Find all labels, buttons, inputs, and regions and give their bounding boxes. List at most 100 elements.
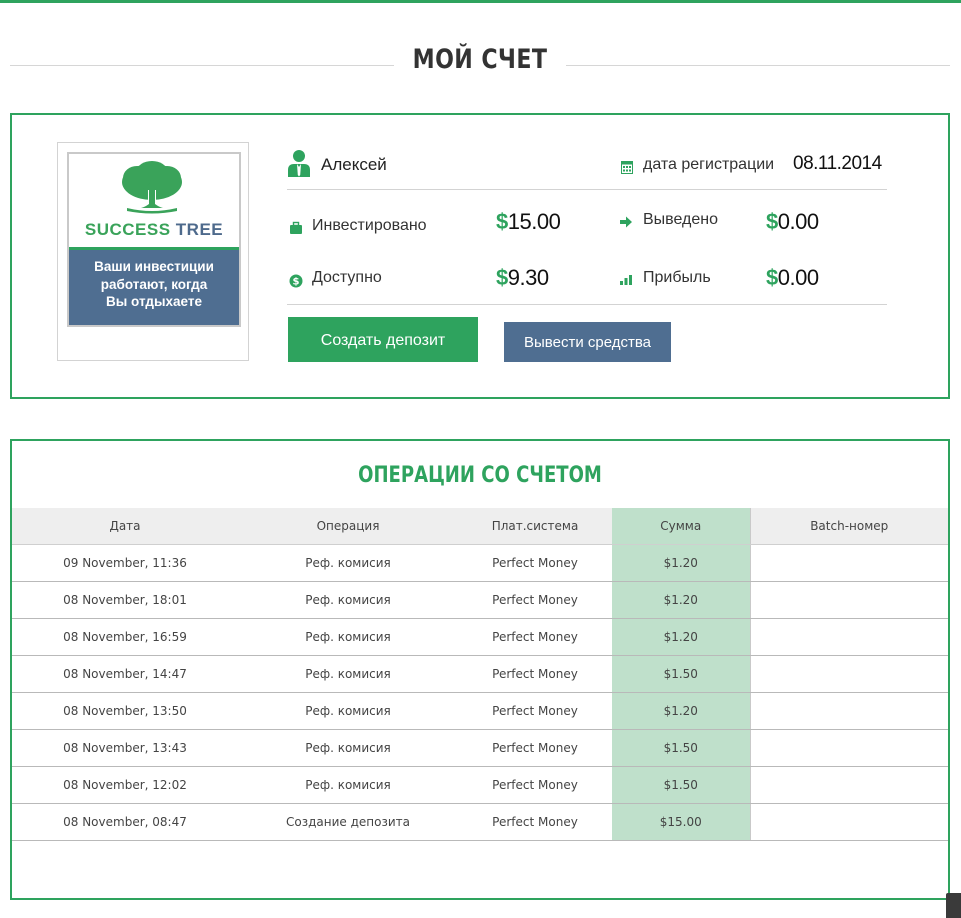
slogan-line-1: Ваши инвестиции	[94, 259, 214, 274]
currency-sign: $	[496, 209, 508, 234]
cell-date: 08 November, 13:43	[12, 729, 238, 767]
cell-batch	[749, 655, 948, 693]
logo-wordmark: SUCCESS TREE	[69, 220, 239, 240]
currency-sign: $	[766, 209, 778, 234]
cell-payment-system: Perfect Money	[458, 729, 612, 767]
logo-slogan: Ваши инвестиции работают, когда Вы отдых…	[69, 250, 239, 325]
logo-word-tree: TREE	[175, 220, 224, 239]
cell-batch	[749, 581, 948, 619]
cell-batch	[749, 729, 948, 767]
column-header-operation: Операция	[238, 508, 458, 545]
cell-payment-system: Perfect Money	[458, 766, 612, 804]
scroll-to-top-handle[interactable]	[946, 893, 961, 918]
table-row: 08 November, 13:50 Реф. комисия Perfect …	[12, 692, 948, 730]
title-divider-right	[566, 65, 950, 66]
briefcase-icon	[290, 221, 302, 234]
cell-batch	[749, 544, 948, 582]
user-name: Алексей	[321, 155, 387, 174]
available-label: Доступно	[312, 269, 382, 286]
cell-date: 08 November, 13:50	[12, 692, 238, 730]
slogan-line-3: Вы отдыхаете	[106, 294, 202, 309]
column-header-payment-system: Плат.система	[458, 508, 612, 545]
cell-amount: $1.20	[612, 618, 750, 656]
cell-date: 08 November, 12:02	[12, 766, 238, 804]
cell-operation: Реф. комисия	[238, 692, 458, 730]
logo-word-success: SUCCESS	[84, 220, 171, 239]
column-header-date: Дата	[12, 508, 238, 545]
top-accent-line	[0, 0, 961, 3]
cell-amount: $1.20	[612, 692, 750, 730]
cell-operation: Реф. комисия	[238, 766, 458, 804]
cell-operation: Реф. комисия	[238, 581, 458, 619]
cell-amount: $1.20	[612, 544, 750, 582]
dollar-coin-icon: $	[289, 274, 303, 288]
cell-batch	[749, 618, 948, 656]
account-card: SUCCESS TREE Ваши инвестиции работают, к…	[10, 113, 950, 399]
bar-chart-icon	[620, 275, 632, 285]
table-row: 08 November, 16:59 Реф. комисия Perfect …	[12, 618, 948, 656]
withdrawn-label: Выведено	[643, 211, 719, 228]
logo-banner: SUCCESS TREE Ваши инвестиции работают, к…	[67, 152, 241, 327]
cell-payment-system: Perfect Money	[458, 618, 612, 656]
column-header-amount: Сумма	[612, 508, 750, 545]
table-row: 08 November, 14:47 Реф. комисия Perfect …	[12, 655, 948, 693]
amount: 0.00	[777, 265, 819, 290]
cell-operation: Создание депозита	[238, 803, 458, 841]
svg-text:$: $	[293, 277, 300, 288]
cell-payment-system: Perfect Money	[458, 692, 612, 730]
currency-sign: $	[766, 265, 778, 290]
cell-amount: $15.00	[612, 803, 750, 841]
table-header-row: Дата Операция Плат.система Сумма Batch-н…	[12, 508, 948, 545]
tree-logo-icon	[122, 161, 182, 214]
withdrawn-value: $0.00	[766, 209, 819, 235]
cell-date: 08 November, 18:01	[12, 581, 238, 619]
divider	[287, 304, 887, 305]
cell-amount: $1.20	[612, 581, 750, 619]
cell-operation: Реф. комисия	[238, 618, 458, 656]
create-deposit-button[interactable]: Создать депозит	[288, 317, 478, 362]
user-icon	[288, 150, 310, 177]
cell-payment-system: Perfect Money	[458, 803, 612, 841]
logo-frame: SUCCESS TREE Ваши инвестиции работают, к…	[57, 142, 249, 361]
cell-payment-system: Perfect Money	[458, 655, 612, 693]
operations-table: Дата Операция Плат.система Сумма Batch-н…	[12, 508, 948, 841]
invested-label: Инвестировано	[312, 217, 427, 234]
cell-payment-system: Perfect Money	[458, 544, 612, 582]
cell-date: 08 November, 16:59	[12, 618, 238, 656]
column-header-batch: Batch-номер	[749, 508, 948, 545]
cell-batch	[749, 692, 948, 730]
available-value: $9.30	[496, 265, 549, 291]
table-row: 08 November, 18:01 Реф. комисия Perfect …	[12, 581, 948, 619]
cell-date: 08 November, 08:47	[12, 803, 238, 841]
amount: 9.30	[507, 265, 549, 290]
page-title: МОЙ СЧЕТ	[412, 44, 548, 75]
amount: 15.00	[507, 209, 561, 234]
cell-operation: Реф. комисия	[238, 729, 458, 767]
operations-panel: ОПЕРАЦИИ СО СЧЕТОМ Дата Операция Плат.си…	[10, 439, 950, 900]
amount: 0.00	[777, 209, 819, 234]
cell-payment-system: Perfect Money	[458, 581, 612, 619]
withdraw-funds-button[interactable]: Вывести средства	[504, 322, 671, 362]
divider	[287, 189, 887, 190]
table-row: 08 November, 12:02 Реф. комисия Perfect …	[12, 766, 948, 804]
cell-date: 09 November, 11:36	[12, 544, 238, 582]
cell-operation: Реф. комисия	[238, 544, 458, 582]
table-row: 08 November, 13:43 Реф. комисия Perfect …	[12, 729, 948, 767]
cell-operation: Реф. комисия	[238, 655, 458, 693]
cell-batch	[749, 766, 948, 804]
profit-value: $0.00	[766, 265, 819, 291]
arrow-right-icon	[620, 216, 632, 228]
registration-label: дата регистрации	[643, 156, 775, 173]
cell-amount: $1.50	[612, 766, 750, 804]
cell-batch	[749, 803, 948, 841]
cell-amount: $1.50	[612, 655, 750, 693]
registration-date: 08.11.2014	[793, 153, 882, 174]
table-row: 08 November, 08:47 Создание депозита Per…	[12, 803, 948, 841]
calendar-icon	[621, 161, 633, 174]
cell-date: 08 November, 14:47	[12, 655, 238, 693]
operations-title: ОПЕРАЦИИ СО СЧЕТОМ	[358, 463, 602, 488]
slogan-line-2: работают, когда	[100, 276, 208, 292]
profit-label: Прибыль	[643, 269, 711, 286]
invested-value: $15.00	[496, 209, 561, 235]
title-divider-left	[10, 65, 394, 66]
